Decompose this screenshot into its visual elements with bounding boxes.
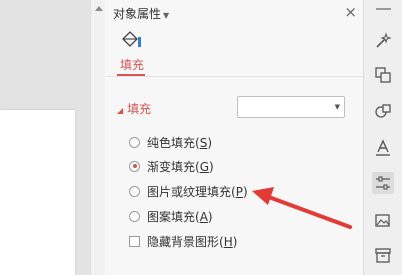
paint-bucket-icon[interactable] (120, 30, 142, 53)
right-toolbar (363, 0, 402, 275)
radio-button-checked[interactable] (129, 160, 140, 172)
shapes-icon[interactable] (372, 100, 394, 122)
fill-color-dropdown[interactable]: ▼ (237, 96, 345, 118)
magic-wand-icon[interactable] (372, 30, 394, 52)
option-label: 渐变填充(G) (147, 159, 214, 174)
transform-icon[interactable] (372, 64, 394, 86)
settings-sliders-icon[interactable] (372, 172, 394, 194)
chevron-down-icon[interactable]: ▼ (335, 103, 340, 111)
image-icon[interactable] (372, 210, 394, 232)
radio-pattern-fill[interactable]: 图案填充(A) (129, 208, 213, 224)
collapse-triangle-icon: ◢ (117, 106, 124, 115)
annotation-arrow-icon (248, 183, 354, 234)
radio-picture-texture-fill[interactable]: 图片或纹理填充(P) (129, 183, 248, 199)
option-label: 纯色填充(S) (147, 135, 212, 150)
slide-page[interactable] (0, 110, 75, 275)
radio-gradient-fill[interactable]: 渐变填充(G) (129, 158, 214, 174)
close-icon[interactable]: × (344, 3, 357, 21)
text-style-icon[interactable] (372, 137, 394, 159)
option-label: 图片或纹理填充(P) (147, 184, 248, 199)
radio-button[interactable] (129, 136, 140, 148)
radio-button[interactable] (129, 185, 140, 197)
tab-fill[interactable]: 填充 (120, 56, 144, 73)
option-label: 图案填充(A) (147, 209, 213, 224)
checkbox-hide-background[interactable]: 隐藏背景图形(H) (129, 233, 237, 249)
rail-handle (376, 8, 391, 10)
archive-icon[interactable] (372, 244, 394, 266)
radio-solid-fill[interactable]: 纯色填充(S) (129, 134, 212, 150)
fill-section-title: 填充 (127, 102, 152, 116)
tab-divider (105, 76, 363, 77)
panel-title-text: 对象属性 (113, 7, 162, 21)
radio-button[interactable] (129, 210, 140, 222)
option-label: 隐藏背景图形(H) (147, 234, 238, 249)
panel-title[interactable]: 对象属性 ▼ (113, 5, 169, 22)
checkbox[interactable] (129, 235, 140, 247)
scroll-up-icon[interactable] (95, 6, 103, 11)
panel-scroll-strip[interactable] (90, 0, 105, 275)
document-canvas (0, 0, 90, 275)
chevron-down-icon: ▼ (163, 11, 170, 20)
fill-section-toggle[interactable]: ◢ 填充 (117, 100, 151, 117)
